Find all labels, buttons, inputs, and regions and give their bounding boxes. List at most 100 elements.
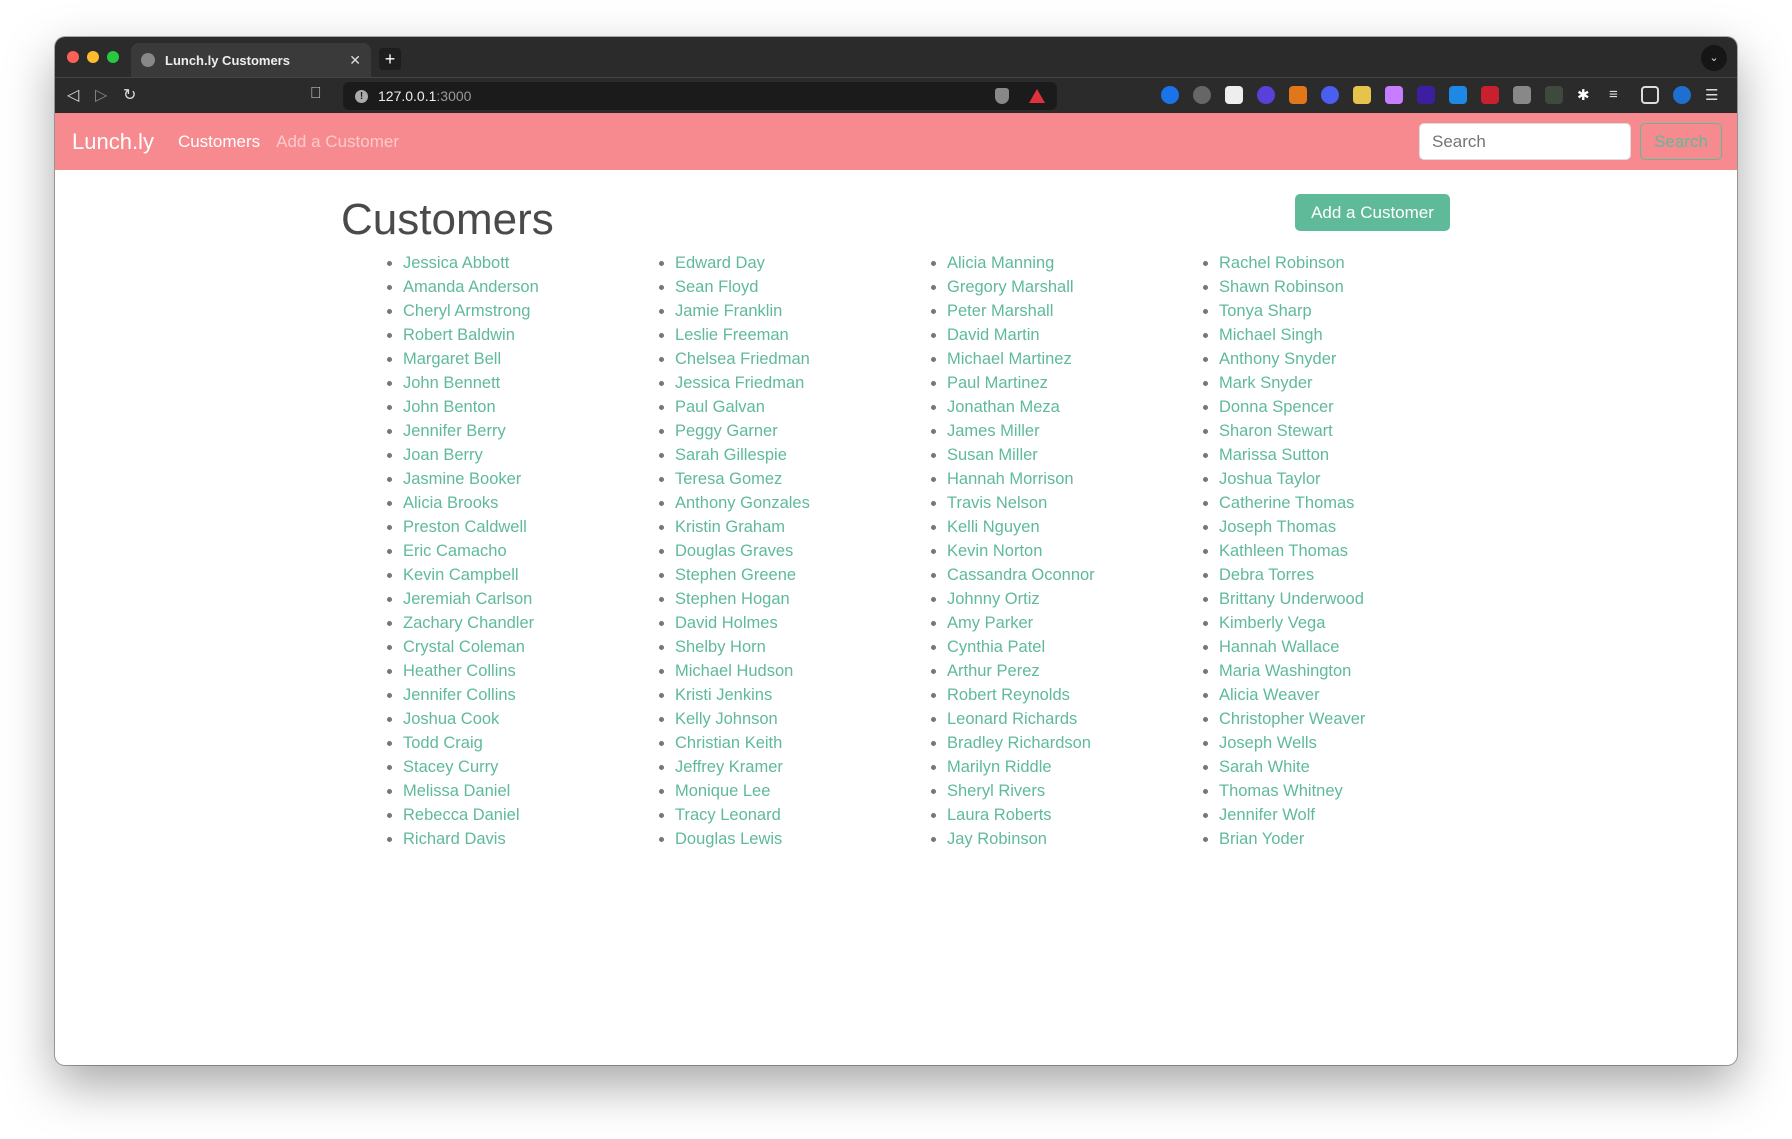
customer-link[interactable]: Brittany Underwood	[1219, 590, 1364, 608]
customer-link[interactable]: Leslie Freeman	[675, 326, 789, 344]
customer-link[interactable]: Leonard Richards	[947, 710, 1077, 728]
customer-link[interactable]: Shawn Robinson	[1219, 278, 1344, 296]
customer-link[interactable]: Joshua Cook	[403, 710, 499, 728]
customer-link[interactable]: Anthony Gonzales	[675, 494, 810, 512]
customer-link[interactable]: Margaret Bell	[403, 350, 501, 368]
customer-link[interactable]: Stephen Greene	[675, 566, 796, 584]
diamond-extension-icon[interactable]	[1417, 86, 1435, 104]
customer-link[interactable]: Preston Caldwell	[403, 518, 527, 536]
tab-menu-chevron-icon[interactable]: ⌄	[1701, 45, 1727, 71]
site-info-icon[interactable]: !	[355, 89, 368, 103]
nav-add-customer[interactable]: Add a Customer	[276, 132, 399, 152]
customer-link[interactable]: Christopher Weaver	[1219, 710, 1365, 728]
profile-avatar-icon[interactable]	[1673, 86, 1691, 104]
add-customer-button[interactable]: Add a Customer	[1295, 194, 1450, 231]
customer-link[interactable]: Susan Miller	[947, 446, 1038, 464]
menu-icon[interactable]: ☰	[1705, 86, 1723, 104]
customer-link[interactable]: Monique Lee	[675, 782, 770, 800]
customer-link[interactable]: Sean Floyd	[675, 278, 758, 296]
maximize-window-icon[interactable]	[107, 51, 119, 63]
customer-link[interactable]: Johnny Ortiz	[947, 590, 1040, 608]
search-input[interactable]	[1419, 123, 1631, 160]
customer-link[interactable]: Peggy Garner	[675, 422, 778, 440]
customer-link[interactable]: Thomas Whitney	[1219, 782, 1343, 800]
customer-link[interactable]: Tonya Sharp	[1219, 302, 1312, 320]
customer-link[interactable]: Crystal Coleman	[403, 638, 525, 656]
nav-customers[interactable]: Customers	[178, 132, 260, 152]
customer-link[interactable]: Rebecca Daniel	[403, 806, 519, 824]
customer-link[interactable]: Alicia Brooks	[403, 494, 498, 512]
customer-link[interactable]: Marilyn Riddle	[947, 758, 1052, 776]
puzzle-extensions-icon[interactable]: ✱	[1577, 86, 1595, 104]
customer-link[interactable]: Sarah White	[1219, 758, 1310, 776]
customer-link[interactable]: Kevin Norton	[947, 542, 1042, 560]
customer-link[interactable]: Tracy Leonard	[675, 806, 781, 824]
customer-link[interactable]: Alicia Manning	[947, 254, 1054, 272]
customer-link[interactable]: Marissa Sutton	[1219, 446, 1329, 464]
customer-link[interactable]: Cassandra Oconnor	[947, 566, 1095, 584]
customer-link[interactable]: Peter Marshall	[947, 302, 1053, 320]
h-extension-icon[interactable]	[1513, 86, 1531, 104]
customer-link[interactable]: Douglas Graves	[675, 542, 793, 560]
brave-shields-icon[interactable]	[995, 88, 1009, 104]
new-tab-button[interactable]: +	[379, 48, 401, 70]
brave-rewards-icon[interactable]	[1029, 89, 1045, 103]
customer-link[interactable]: Joshua Taylor	[1219, 470, 1321, 488]
customer-link[interactable]: Cynthia Patel	[947, 638, 1045, 656]
customer-link[interactable]: Mark Snyder	[1219, 374, 1313, 392]
password-manager-icon[interactable]	[1161, 86, 1179, 104]
customer-link[interactable]: Jennifer Collins	[403, 686, 516, 704]
customer-link[interactable]: Michael Singh	[1219, 326, 1323, 344]
ublock-icon[interactable]	[1257, 86, 1275, 104]
customer-link[interactable]: Richard Davis	[403, 830, 506, 848]
customer-link[interactable]: Kelly Johnson	[675, 710, 778, 728]
customer-link[interactable]: Stacey Curry	[403, 758, 498, 776]
customer-link[interactable]: Hannah Morrison	[947, 470, 1074, 488]
customer-link[interactable]: Shelby Horn	[675, 638, 766, 656]
customer-link[interactable]: Christian Keith	[675, 734, 782, 752]
reload-icon[interactable]: ↻	[123, 85, 136, 105]
broom-icon[interactable]	[1353, 86, 1371, 104]
customer-link[interactable]: Sheryl Rivers	[947, 782, 1045, 800]
customer-link[interactable]: Donna Spencer	[1219, 398, 1334, 416]
customer-link[interactable]: Paul Martinez	[947, 374, 1048, 392]
customer-link[interactable]: Alicia Weaver	[1219, 686, 1320, 704]
customer-link[interactable]: Jeremiah Carlson	[403, 590, 532, 608]
customer-link[interactable]: Todd Craig	[403, 734, 483, 752]
dark-mode-icon[interactable]	[1193, 86, 1211, 104]
customer-link[interactable]: Catherine Thomas	[1219, 494, 1354, 512]
sun-extension-icon[interactable]	[1321, 86, 1339, 104]
customer-link[interactable]: Kelli Nguyen	[947, 518, 1040, 536]
search-button[interactable]: Search	[1640, 123, 1722, 160]
customer-link[interactable]: Joseph Wells	[1219, 734, 1317, 752]
customer-link[interactable]: Teresa Gomez	[675, 470, 782, 488]
customer-link[interactable]: Douglas Lewis	[675, 830, 782, 848]
customer-link[interactable]: Chelsea Friedman	[675, 350, 810, 368]
customer-link[interactable]: Kristin Graham	[675, 518, 785, 536]
customer-link[interactable]: Anthony Snyder	[1219, 350, 1336, 368]
customer-link[interactable]: Sharon Stewart	[1219, 422, 1333, 440]
customer-link[interactable]: Paul Galvan	[675, 398, 765, 416]
customer-link[interactable]: Gregory Marshall	[947, 278, 1074, 296]
customer-link[interactable]: James Miller	[947, 422, 1040, 440]
close-window-icon[interactable]	[67, 51, 79, 63]
send-icon[interactable]	[1225, 86, 1243, 104]
customer-link[interactable]: Michael Martinez	[947, 350, 1072, 368]
customer-link[interactable]: David Holmes	[675, 614, 778, 632]
customer-link[interactable]: Laura Roberts	[947, 806, 1052, 824]
customer-link[interactable]: Amanda Anderson	[403, 278, 539, 296]
customer-link[interactable]: Zachary Chandler	[403, 614, 534, 632]
forward-icon[interactable]: ▷	[95, 85, 107, 105]
customer-link[interactable]: Kristi Jenkins	[675, 686, 772, 704]
customer-link[interactable]: Debra Torres	[1219, 566, 1314, 584]
customer-link[interactable]: Jennifer Berry	[403, 422, 506, 440]
dollar-extension-icon[interactable]	[1545, 86, 1563, 104]
customer-link[interactable]: Jasmine Booker	[403, 470, 521, 488]
browser-tab[interactable]: Lunch.ly Customers ✕	[131, 43, 371, 77]
address-bar[interactable]: ! 127.0.0.1:3000	[343, 82, 1057, 110]
customer-link[interactable]: Cheryl Armstrong	[403, 302, 530, 320]
customer-link[interactable]: Jay Robinson	[947, 830, 1047, 848]
customer-link[interactable]: Bradley Richardson	[947, 734, 1091, 752]
brand-link[interactable]: Lunch.ly	[72, 129, 154, 155]
metamask-icon[interactable]	[1289, 86, 1307, 104]
